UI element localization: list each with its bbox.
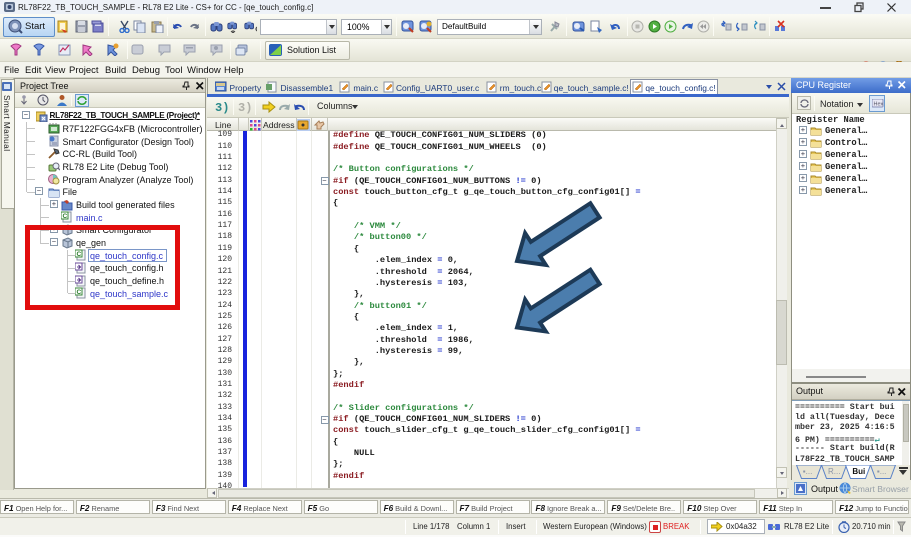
svg-text:C: C [63, 213, 68, 220]
svg-text:Hex: Hex [873, 102, 883, 108]
svg-text:3): 3) [238, 101, 252, 114]
svg-text:3): 3) [215, 101, 229, 114]
